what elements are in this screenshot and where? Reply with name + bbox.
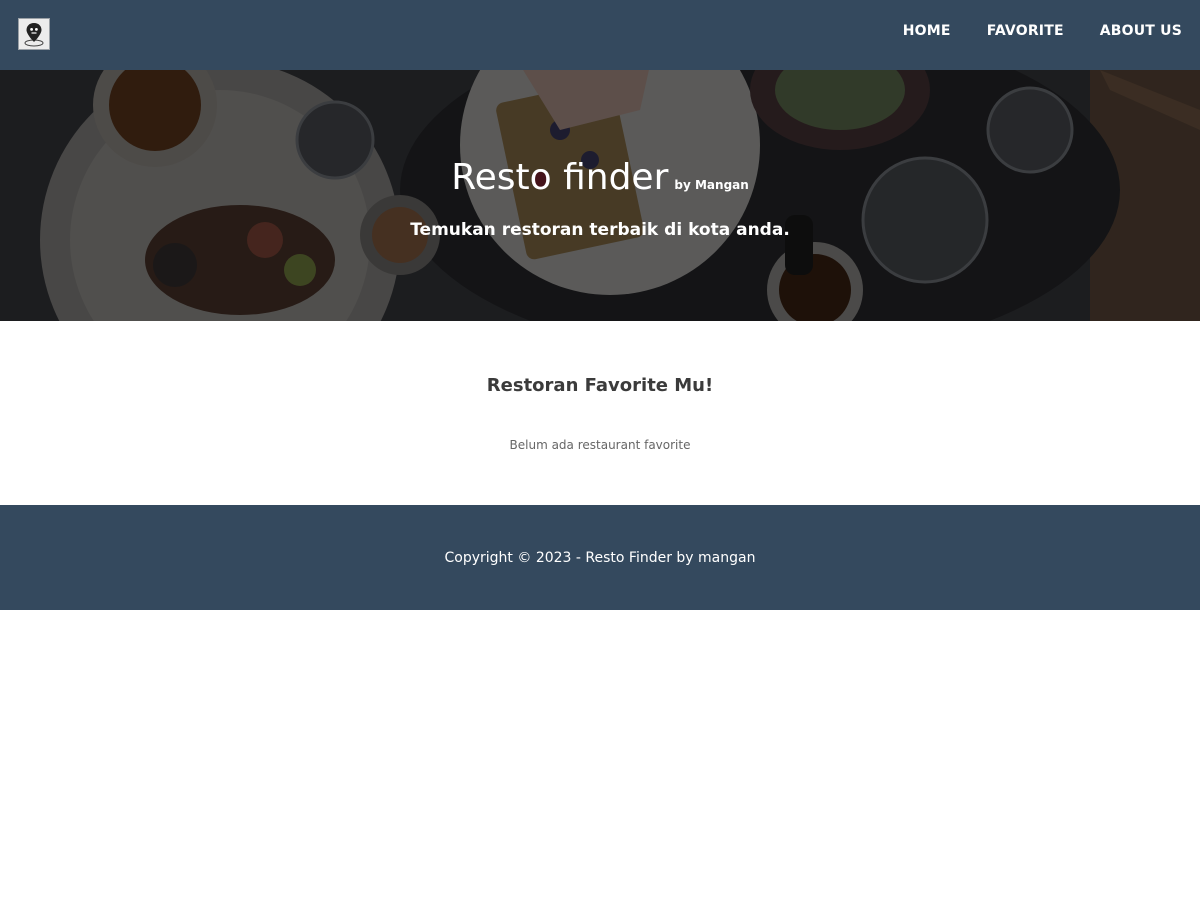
footer: Copyright © 2023 - Resto Finder by manga… xyxy=(0,505,1200,610)
map-pin-icon xyxy=(24,23,44,47)
nav-favorite-link[interactable]: FAVORITE xyxy=(969,0,1082,62)
hero-title: Resto finder by Mangan xyxy=(451,154,749,209)
favorite-section: Restoran Favorite Mu! Belum ada restaura… xyxy=(0,321,1200,505)
hero-tagline: Temukan restoran terbaik di kota anda. xyxy=(410,220,790,240)
hero-text: Resto finder by Mangan Temukan restoran t… xyxy=(0,154,1200,243)
hero-byline: by Mangan xyxy=(674,178,749,192)
empty-favorites-message: Belum ada restaurant favorite xyxy=(509,438,691,452)
hero-banner: Resto finder by Mangan Temukan restoran t… xyxy=(0,70,1200,321)
map-pin-logo-icon[interactable] xyxy=(18,18,50,50)
footer-copyright: Copyright © 2023 - Resto Finder by manga… xyxy=(444,549,756,566)
section-title: Restoran Favorite Mu! xyxy=(486,375,714,396)
nav-about-us-link[interactable]: ABOUT US xyxy=(1082,0,1200,62)
hero-title-text: Resto finder xyxy=(451,157,669,198)
nav-home-link[interactable]: HOME xyxy=(885,0,969,62)
app-bar: HOME FAVORITE ABOUT US xyxy=(0,0,1200,70)
main-nav: HOME FAVORITE ABOUT US xyxy=(885,0,1200,62)
